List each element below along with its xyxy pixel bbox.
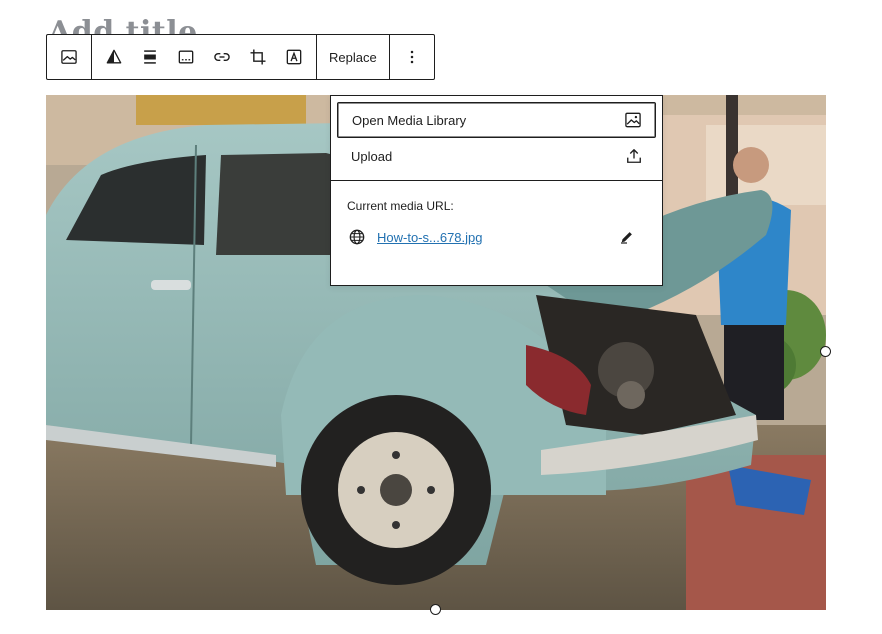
more-options-icon xyxy=(410,50,413,64)
replace-dropdown: Open Media Library Upload Current media … xyxy=(330,95,663,286)
upload-label: Upload xyxy=(351,148,393,164)
media-library-icon xyxy=(625,112,641,128)
resize-handle-right[interactable] xyxy=(820,346,831,357)
replace-group: Replace xyxy=(317,35,390,79)
link-button[interactable] xyxy=(204,39,240,75)
current-media-section: Current media URL: How-to-s...678.jpg xyxy=(331,181,662,247)
pencil-icon xyxy=(621,232,632,244)
image-icon xyxy=(61,50,77,64)
resize-handle-bottom[interactable] xyxy=(430,604,441,615)
more-options-button[interactable] xyxy=(394,39,430,75)
current-media-url-row: How-to-s...678.jpg xyxy=(347,227,646,247)
align-icon xyxy=(144,50,156,64)
replace-button[interactable]: Replace xyxy=(321,39,385,75)
open-media-library-item[interactable]: Open Media Library xyxy=(337,102,656,138)
caption-icon xyxy=(178,50,194,64)
crop-icon xyxy=(250,49,266,65)
current-media-url-label: Current media URL: xyxy=(347,199,454,213)
crop-button[interactable] xyxy=(240,39,276,75)
duotone-icon xyxy=(106,49,122,64)
align-button[interactable] xyxy=(132,39,168,75)
open-media-library-label: Open Media Library xyxy=(352,112,467,128)
block-type-group xyxy=(47,35,92,79)
text-overlay-icon xyxy=(286,49,302,65)
block-type-button[interactable] xyxy=(51,39,87,75)
text-overlay-button[interactable] xyxy=(276,39,312,75)
globe-icon xyxy=(349,229,365,245)
edit-url-button[interactable] xyxy=(618,228,636,246)
block-tools-group xyxy=(92,35,317,79)
upload-icon xyxy=(627,149,641,163)
upload-item[interactable]: Upload xyxy=(337,138,656,174)
options-group xyxy=(390,35,434,79)
duotone-button[interactable] xyxy=(96,39,132,75)
block-toolbar: Replace xyxy=(46,34,435,80)
current-media-url-link[interactable]: How-to-s...678.jpg xyxy=(377,230,483,245)
media-actions: Open Media Library Upload xyxy=(331,96,662,181)
editor-canvas: Add title Replace Open Media Library Upl… xyxy=(0,0,882,634)
current-media-url-left: How-to-s...678.jpg xyxy=(347,227,483,247)
link-icon xyxy=(214,52,230,62)
caption-button[interactable] xyxy=(168,39,204,75)
